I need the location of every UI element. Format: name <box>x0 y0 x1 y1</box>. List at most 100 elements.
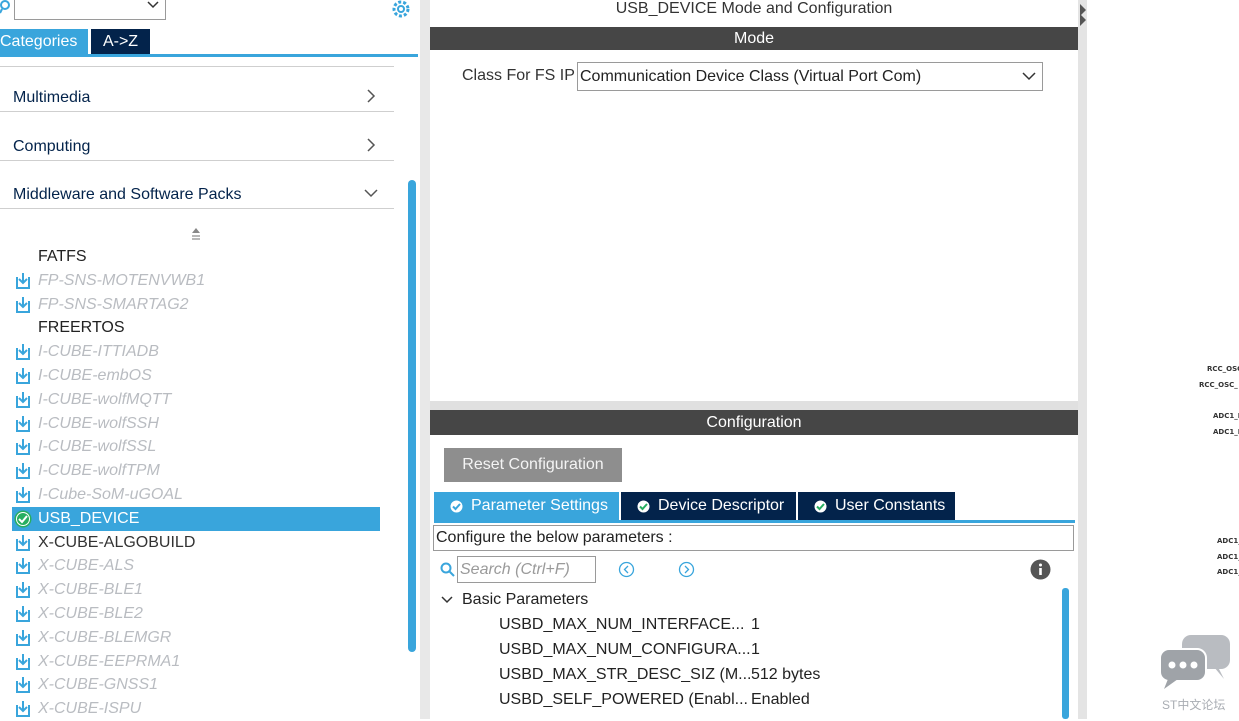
software-pack-label: FP-SNS-SMARTAG2 <box>38 296 189 313</box>
software-pack-label: I-CUBE-ITTIADB <box>38 343 159 360</box>
software-pack-item[interactable]: FATFS <box>12 245 380 269</box>
panel-separator[interactable] <box>420 0 430 719</box>
pin-label[interactable]: ADC1_I <box>1213 428 1239 436</box>
software-pack-label: X-CUBE-BLE1 <box>38 581 143 598</box>
category-computing[interactable]: Computing <box>0 124 394 161</box>
software-pack-item[interactable]: I-CUBE-ITTIADB <box>12 340 380 364</box>
tab-user-constants[interactable]: User Constants <box>798 492 955 520</box>
software-pack-item[interactable]: X-CUBE-BLE2 <box>12 602 380 626</box>
class-for-fs-ip-select[interactable]: Communication Device Class (Virtual Port… <box>577 62 1043 91</box>
software-pack-label: FATFS <box>38 248 87 265</box>
software-pack-item[interactable]: FREERTOS <box>12 316 380 340</box>
panel-splitter[interactable] <box>430 401 1078 410</box>
parameter-search-input[interactable]: Search (Ctrl+F) <box>457 556 596 583</box>
software-pack-label: X-CUBE-BLEMGR <box>38 629 172 646</box>
reset-configuration-button[interactable]: Reset Configuration <box>444 448 622 482</box>
software-pack-item[interactable]: X-CUBE-GNSS1 <box>12 673 380 697</box>
param-row[interactable]: USBD_SELF_POWERED (Enabl... Enabled <box>499 691 810 713</box>
software-pack-item[interactable]: X-CUBE-BLEMGR <box>12 626 380 650</box>
download-icon <box>16 558 30 574</box>
tab-categories[interactable]: Categories <box>0 29 88 54</box>
next-match-icon[interactable] <box>678 561 695 578</box>
param-row[interactable]: USBD_MAX_STR_DESC_SIZ (M... 512 bytes <box>499 666 820 688</box>
param-name: USBD_MAX_NUM_CONFIGURA... <box>499 641 751 658</box>
software-pack-item[interactable]: I-Cube-SoM-uGOAL <box>12 483 380 507</box>
chevron-right-icon <box>367 138 376 152</box>
mode-area <box>430 50 1078 401</box>
category-label: Multimedia <box>13 89 91 106</box>
installed-icon <box>16 535 30 551</box>
scrollbar-thumb[interactable] <box>408 180 416 652</box>
tab-label: Device Descriptor <box>658 497 785 514</box>
download-icon <box>16 416 30 432</box>
configuration-header[interactable]: Configuration <box>430 410 1078 435</box>
software-pack-label: USB_DEVICE <box>38 510 140 527</box>
software-pack-label: FP-SNS-MOTENVWB1 <box>38 272 206 289</box>
param-name: USBD_SELF_POWERED (Enabl... <box>499 691 748 708</box>
param-row[interactable]: USBD_MAX_NUM_CONFIGURA... 1 <box>499 641 760 663</box>
tab-underline <box>434 520 1075 523</box>
software-pack-item[interactable]: FP-SNS-MOTENVWB1 <box>12 269 380 293</box>
download-icon <box>16 463 30 479</box>
category-multimedia[interactable]: Multimedia <box>0 75 394 112</box>
software-pack-item[interactable]: X-CUBE-ALS <box>12 554 380 578</box>
previous-match-icon[interactable] <box>618 561 635 578</box>
software-pack-label: I-CUBE-wolfSSL <box>38 438 157 455</box>
basic-parameters-group[interactable]: Basic Parameters <box>462 591 588 609</box>
software-pack-item[interactable]: I-CUBE-wolfMQTT <box>12 388 380 412</box>
param-name: USBD_MAX_NUM_INTERFACE... <box>499 616 745 633</box>
pin-label[interactable]: RCC_OSC <box>1207 365 1239 373</box>
pin-label[interactable]: ADC1_ <box>1217 553 1239 561</box>
software-pack-label: I-CUBE-wolfSSH <box>38 415 159 432</box>
download-icon <box>16 392 30 408</box>
software-pack-item[interactable]: X-CUBE-ISPU <box>12 697 380 721</box>
sort-icon[interactable] <box>190 227 202 241</box>
scrollbar-thumb[interactable] <box>1062 588 1069 719</box>
download-icon <box>16 630 30 646</box>
software-pack-item[interactable]: FP-SNS-SMARTAG2 <box>12 293 380 317</box>
download-icon <box>16 654 30 670</box>
tab-a-z[interactable]: A->Z <box>91 29 150 54</box>
software-pack-item[interactable]: I-CUBE-wolfTPM <box>12 459 380 483</box>
pin-label[interactable]: ADC1_ <box>1217 568 1239 576</box>
category-search-combo[interactable] <box>14 0 166 20</box>
tab-parameter-settings[interactable]: Parameter Settings <box>434 492 619 520</box>
chevron-right-icon <box>367 89 376 103</box>
divider <box>0 66 394 67</box>
pin-label[interactable]: ADC1_I <box>1213 412 1239 420</box>
panel-separator[interactable] <box>1078 0 1087 719</box>
chat-bubbles-icon <box>1159 635 1230 689</box>
pin-label[interactable]: ADC1_ <box>1217 537 1239 545</box>
software-pack-label: X-CUBE-ISPU <box>38 700 142 717</box>
software-pack-item[interactable]: I-CUBE-wolfSSL <box>12 435 380 459</box>
watermark-text: ST中文论坛 <box>1162 698 1226 712</box>
software-pack-item[interactable]: I-CUBE-embOS <box>12 364 380 388</box>
tab-device-descriptor[interactable]: Device Descriptor <box>621 492 796 520</box>
info-icon[interactable] <box>1030 559 1051 580</box>
category-label: Middleware and Software Packs <box>13 186 242 203</box>
collapse-arrow-icon[interactable] <box>1078 0 1087 30</box>
pin-label[interactable]: RCC_OSC_ <box>1199 381 1238 389</box>
chevron-down-icon[interactable] <box>440 593 454 607</box>
category-middleware[interactable]: Middleware and Software Packs <box>0 172 394 209</box>
gear-icon[interactable] <box>390 0 412 20</box>
download-icon <box>16 677 30 693</box>
software-pack-item[interactable]: X-CUBE-ALGOBUILD <box>12 531 380 555</box>
software-pack-label: I-CUBE-embOS <box>38 367 152 384</box>
software-pack-item[interactable]: USB_DEVICE <box>12 507 380 531</box>
software-pack-item[interactable]: X-CUBE-EEPRMA1 <box>12 650 380 674</box>
search-icon <box>0 0 10 14</box>
software-pack-label: FREERTOS <box>38 319 125 336</box>
tab-label: User Constants <box>835 497 946 514</box>
software-pack-label: X-CUBE-BLE2 <box>38 605 143 622</box>
check-circle-icon <box>450 500 463 513</box>
param-value: 1 <box>751 641 760 658</box>
param-row[interactable]: USBD_MAX_NUM_INTERFACE... 1 <box>499 616 760 638</box>
class-for-fs-ip-label: Class For FS IP <box>462 67 575 84</box>
tab-underline <box>0 54 418 57</box>
software-pack-item[interactable]: I-CUBE-wolfSSH <box>12 412 380 436</box>
software-pack-item[interactable]: X-CUBE-BLE1 <box>12 578 380 602</box>
mode-header[interactable]: Mode <box>430 27 1078 50</box>
download-icon <box>16 582 30 598</box>
software-pack-label: X-CUBE-EEPRMA1 <box>38 653 181 670</box>
